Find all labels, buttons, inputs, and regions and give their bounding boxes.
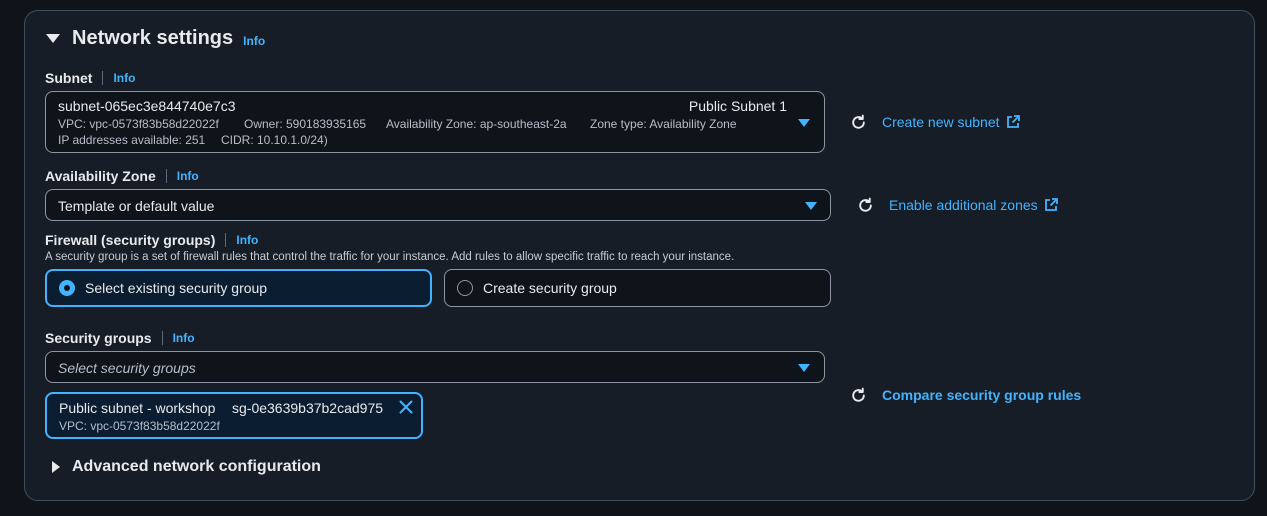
sg-label: Security groups: [45, 330, 152, 346]
refresh-zones-button[interactable]: [857, 197, 874, 214]
subnet-az: Availability Zone: ap-southeast-2a: [386, 117, 567, 131]
az-label-row: Availability Zone Info: [45, 168, 199, 184]
az-label: Availability Zone: [45, 168, 156, 184]
refresh-sg-button[interactable]: [850, 387, 867, 404]
enable-zones-label: Enable additional zones: [889, 197, 1038, 213]
subnet-cidr: CIDR: 10.10.1.0/24): [221, 133, 328, 147]
close-icon: [399, 400, 413, 414]
az-info-link[interactable]: Info: [177, 169, 199, 183]
sg-token-id: sg-0e3639b37b2cad975: [232, 400, 384, 416]
firewall-info-link[interactable]: Info: [236, 233, 258, 247]
firewall-description: A security group is a set of firewall ru…: [45, 251, 735, 263]
subnet-id: subnet-065ec3e844740e7c3: [58, 98, 236, 114]
sg-label-row: Security groups Info: [45, 330, 195, 346]
subnet-select[interactable]: subnet-065ec3e844740e7c3 Public Subnet 1…: [45, 91, 825, 153]
sg-placeholder: Select security groups: [58, 360, 196, 376]
refresh-icon: [859, 197, 872, 212]
enable-additional-zones-link[interactable]: Enable additional zones: [889, 197, 1058, 213]
subnet-info-link[interactable]: Info: [113, 71, 135, 85]
create-sg-option[interactable]: Create security group: [444, 269, 831, 307]
divider: [165, 169, 167, 183]
select-existing-sg-option[interactable]: Select existing security group: [45, 269, 432, 307]
subnet-zone-type: Zone type: Availability Zone: [590, 117, 737, 131]
subnet-name: Public Subnet 1: [688, 98, 787, 114]
az-value: Template or default value: [58, 198, 215, 214]
divider: [102, 71, 104, 85]
external-link-icon: [1006, 115, 1020, 128]
compare-sg-rules-link[interactable]: Compare security group rules: [882, 387, 1081, 403]
chevron-down-icon[interactable]: [798, 119, 810, 127]
radio-selected-icon[interactable]: [59, 280, 75, 296]
sg-token-name: Public subnet - workshop: [59, 400, 216, 416]
create-subnet-label: Create new subnet: [882, 114, 1000, 130]
create-sg-label: Create security group: [483, 280, 617, 296]
sg-token-vpc: VPC: vpc-0573f83b58d22022f: [59, 419, 220, 433]
external-link-icon: [1044, 198, 1058, 211]
radio-unselected-icon[interactable]: [457, 280, 473, 296]
advanced-network-label: Advanced network configuration: [72, 458, 321, 475]
remove-token-button[interactable]: [399, 400, 413, 419]
subnet-owner: Owner: 590183935165: [244, 117, 367, 131]
az-select[interactable]: Template or default value: [45, 189, 831, 221]
chevron-down-icon[interactable]: [805, 202, 817, 210]
refresh-subnets-button[interactable]: [850, 114, 867, 131]
subnet-vpc: VPC: vpc-0573f83b58d22022f: [58, 117, 219, 131]
chevron-down-icon[interactable]: [798, 364, 810, 372]
divider: [225, 233, 227, 247]
sg-token: Public subnet - workshop sg-0e3639b37b2c…: [45, 392, 423, 439]
subnet-ips: IP addresses available: 251: [58, 133, 206, 147]
firewall-label: Firewall (security groups): [45, 232, 216, 248]
subnet-label-row: Subnet Info: [45, 70, 135, 86]
collapse-caret-icon[interactable]: [46, 34, 60, 43]
section-header[interactable]: Network settings Info: [46, 27, 265, 50]
section-info-link[interactable]: Info: [243, 34, 265, 48]
expand-caret-icon[interactable]: [52, 461, 60, 473]
subnet-label: Subnet: [45, 70, 93, 86]
sg-multiselect[interactable]: Select security groups: [45, 351, 825, 383]
advanced-network-toggle[interactable]: Advanced network configuration: [52, 458, 321, 476]
select-existing-sg-label: Select existing security group: [85, 280, 268, 296]
refresh-icon: [852, 114, 865, 129]
create-new-subnet-link[interactable]: Create new subnet: [882, 114, 1020, 130]
section-title: Network settings: [72, 27, 234, 49]
refresh-icon: [852, 387, 865, 402]
firewall-label-row: Firewall (security groups) Info: [45, 232, 258, 248]
sg-info-link[interactable]: Info: [173, 331, 195, 345]
divider: [161, 331, 163, 345]
